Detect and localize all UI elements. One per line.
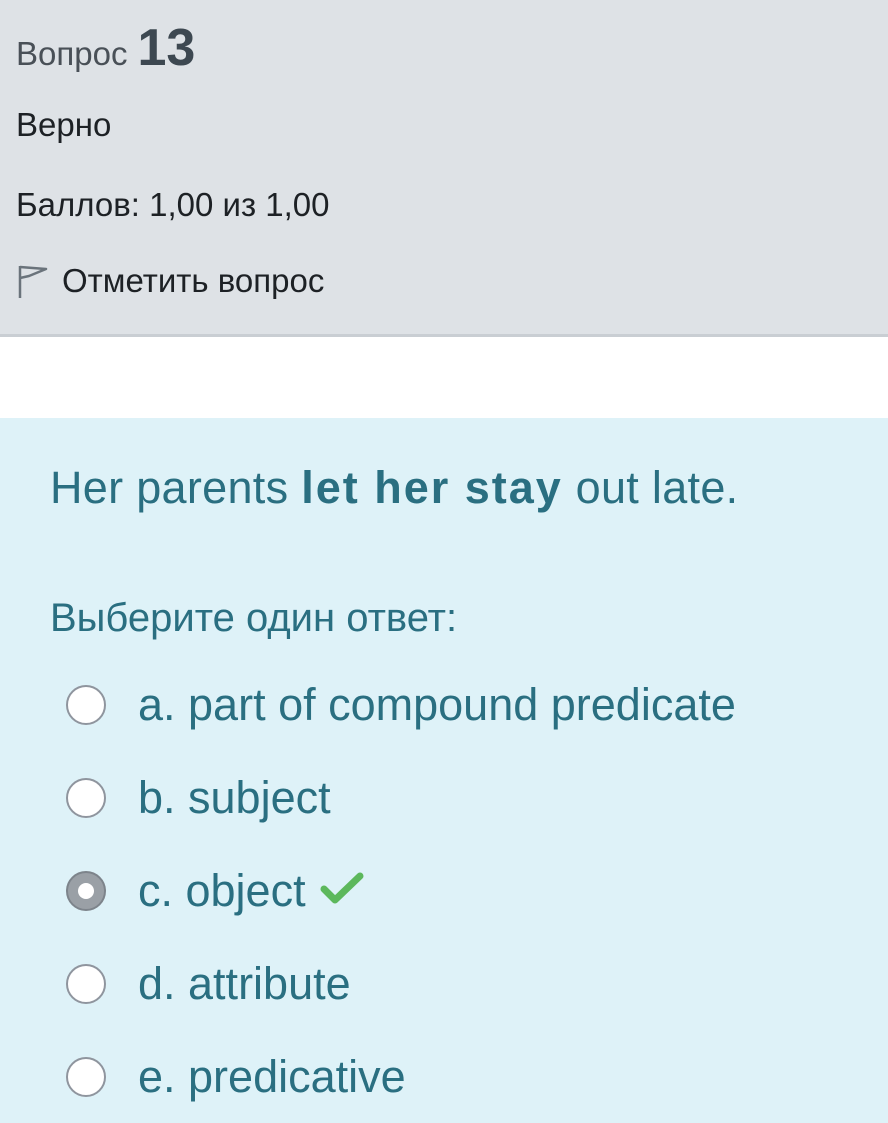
- answer-option-b[interactable]: b. subject: [66, 751, 866, 844]
- radio-button[interactable]: [66, 1056, 106, 1097]
- answer-option-a[interactable]: a. part of compound predicate: [66, 658, 866, 751]
- answer-label: b. subject: [138, 771, 331, 823]
- radio-button-selected[interactable]: [66, 870, 106, 911]
- radio-button[interactable]: [66, 963, 106, 1004]
- question-state: Верно: [16, 106, 112, 143]
- flag-icon: [16, 262, 48, 300]
- answer-label: c. object: [138, 864, 306, 916]
- answer-prompt: Выберите один ответ:: [50, 596, 458, 640]
- flag-question-label: Отметить вопрос: [62, 262, 325, 299]
- answer-label: a. part of compound predicate: [138, 678, 736, 730]
- question-info-panel: Вопрос 13 Верно Баллов: 1,00 из 1,00 Отме…: [0, 0, 888, 337]
- check-icon: [320, 871, 364, 910]
- question-number-heading: Вопрос 13: [16, 18, 195, 78]
- question-number: 13: [137, 19, 196, 77]
- radio-button[interactable]: [66, 777, 106, 818]
- flag-question-button[interactable]: Отметить вопрос: [16, 262, 324, 300]
- answer-option-c[interactable]: c. object: [66, 844, 866, 937]
- answer-label: e. predicative: [138, 1050, 406, 1102]
- question-word: Вопрос: [16, 35, 128, 72]
- answer-option-d[interactable]: d. attribute: [66, 937, 866, 1030]
- question-text-highlight: let her stay: [301, 462, 563, 513]
- answer-list: a. part of compound predicate b. subject…: [66, 658, 866, 1123]
- question-text: Her parents let her stay out late.: [50, 462, 738, 514]
- question-content: Her parents let her stay out late. Выбер…: [0, 418, 888, 1123]
- question-text-after: out late.: [562, 462, 739, 513]
- radio-button[interactable]: [66, 684, 106, 725]
- question-grade: Баллов: 1,00 из 1,00: [16, 186, 330, 223]
- answer-option-e[interactable]: e. predicative: [66, 1030, 866, 1123]
- question-text-before: Her parents: [50, 462, 302, 513]
- answer-label: d. attribute: [138, 957, 351, 1009]
